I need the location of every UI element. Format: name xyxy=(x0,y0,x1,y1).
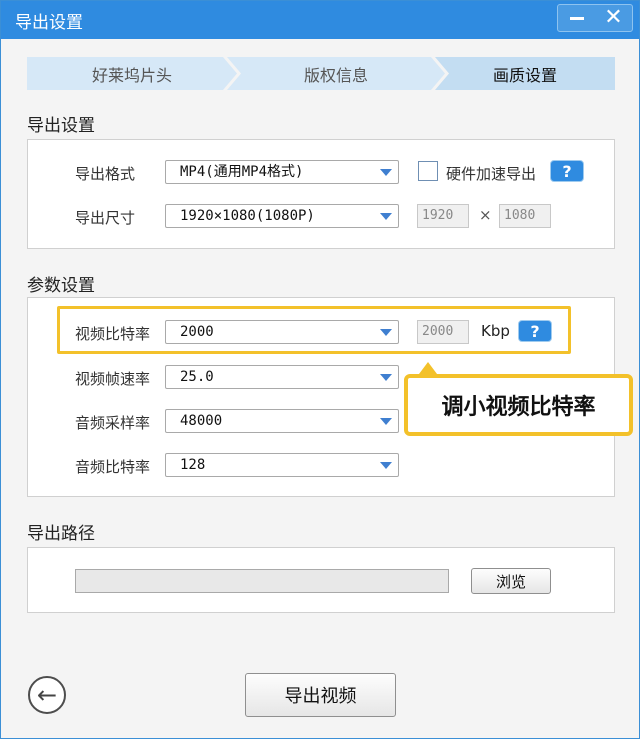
step-tabs: 好莱坞片头 版权信息 画质设置 xyxy=(27,57,615,90)
window-controls: ✕ xyxy=(557,4,633,32)
bitrate-unit: Kbp xyxy=(481,322,510,340)
height-field: 1080 xyxy=(499,204,551,228)
chevron-down-icon xyxy=(380,462,392,469)
tab-quality-settings[interactable]: 画质设置 xyxy=(435,57,615,90)
audio-samplerate-select[interactable]: 48000 xyxy=(165,409,399,433)
back-button[interactable]: ← xyxy=(28,676,66,714)
framerate-label: 视频帧速率 xyxy=(75,370,151,388)
tab-label: 画质设置 xyxy=(492,65,557,85)
size-value: 1920×1080(1080P) xyxy=(180,208,315,224)
window-title: 导出设置 xyxy=(15,13,83,33)
audio-bitrate-label: 音频比特率 xyxy=(75,458,151,476)
callout-pointer xyxy=(419,362,437,374)
tab-copyright-info[interactable]: 版权信息 xyxy=(227,57,445,90)
size-select[interactable]: 1920×1080(1080P) xyxy=(165,204,399,228)
export-video-button[interactable]: 导出视频 xyxy=(245,673,396,717)
arrow-left-icon: ← xyxy=(36,681,58,709)
chevron-down-icon xyxy=(380,329,392,336)
help-icon[interactable]: ? xyxy=(550,160,584,182)
chevron-down-icon xyxy=(380,418,392,425)
width-field: 1920 xyxy=(417,204,469,228)
format-label: 导出格式 xyxy=(75,165,136,183)
video-bitrate-select[interactable]: 2000 xyxy=(165,320,399,344)
export-path-input[interactable] xyxy=(75,569,449,593)
framerate-select[interactable]: 25.0 xyxy=(165,365,399,389)
tab-hollywood-intro[interactable]: 好莱坞片头 xyxy=(27,57,237,90)
close-icon: ✕ xyxy=(604,5,623,30)
export-settings-panel xyxy=(27,139,615,249)
format-select[interactable]: MP4(通用MP4格式) xyxy=(165,160,399,184)
audio-bitrate-value: 128 xyxy=(180,457,206,473)
video-bitrate-field: 2000 xyxy=(417,320,469,344)
export-video-label: 导出视频 xyxy=(284,686,357,707)
browse-button[interactable]: 浏览 xyxy=(471,568,551,594)
help-icon[interactable]: ? xyxy=(518,320,552,342)
size-label: 导出尺寸 xyxy=(75,209,136,227)
callout-box: 调小视频比特率 xyxy=(404,374,633,436)
callout-text: 调小视频比特率 xyxy=(441,395,596,420)
audio-samplerate-label: 音频采样率 xyxy=(75,414,151,432)
video-bitrate-value: 2000 xyxy=(180,324,214,340)
chevron-down-icon xyxy=(380,169,392,176)
chevron-down-icon xyxy=(380,213,392,220)
times-sign: × xyxy=(479,206,492,224)
export-settings-window: 导出设置 ✕ 好莱坞片头 版权信息 画质设置 导出设置 导出格式 MP4(通用M… xyxy=(0,0,640,739)
minimize-button[interactable] xyxy=(558,5,595,31)
audio-bitrate-select[interactable]: 128 xyxy=(165,453,399,477)
framerate-value: 25.0 xyxy=(180,369,214,385)
format-value: MP4(通用MP4格式) xyxy=(180,164,304,180)
hw-accel-checkbox[interactable] xyxy=(418,161,438,181)
minimize-icon xyxy=(569,16,584,20)
browse-label: 浏览 xyxy=(495,572,526,591)
title-bar: 导出设置 ✕ xyxy=(1,1,639,39)
video-bitrate-label: 视频比特率 xyxy=(75,325,151,343)
tab-label: 版权信息 xyxy=(303,65,368,85)
close-button[interactable]: ✕ xyxy=(595,5,632,31)
export-path-heading: 导出路径 xyxy=(27,524,95,544)
tab-label: 好莱坞片头 xyxy=(91,65,172,85)
chevron-down-icon xyxy=(380,374,392,381)
params-heading: 参数设置 xyxy=(27,276,95,296)
hw-accel-label: 硬件加速导出 xyxy=(446,165,537,183)
audio-samplerate-value: 48000 xyxy=(180,413,223,429)
export-settings-heading: 导出设置 xyxy=(27,116,95,136)
